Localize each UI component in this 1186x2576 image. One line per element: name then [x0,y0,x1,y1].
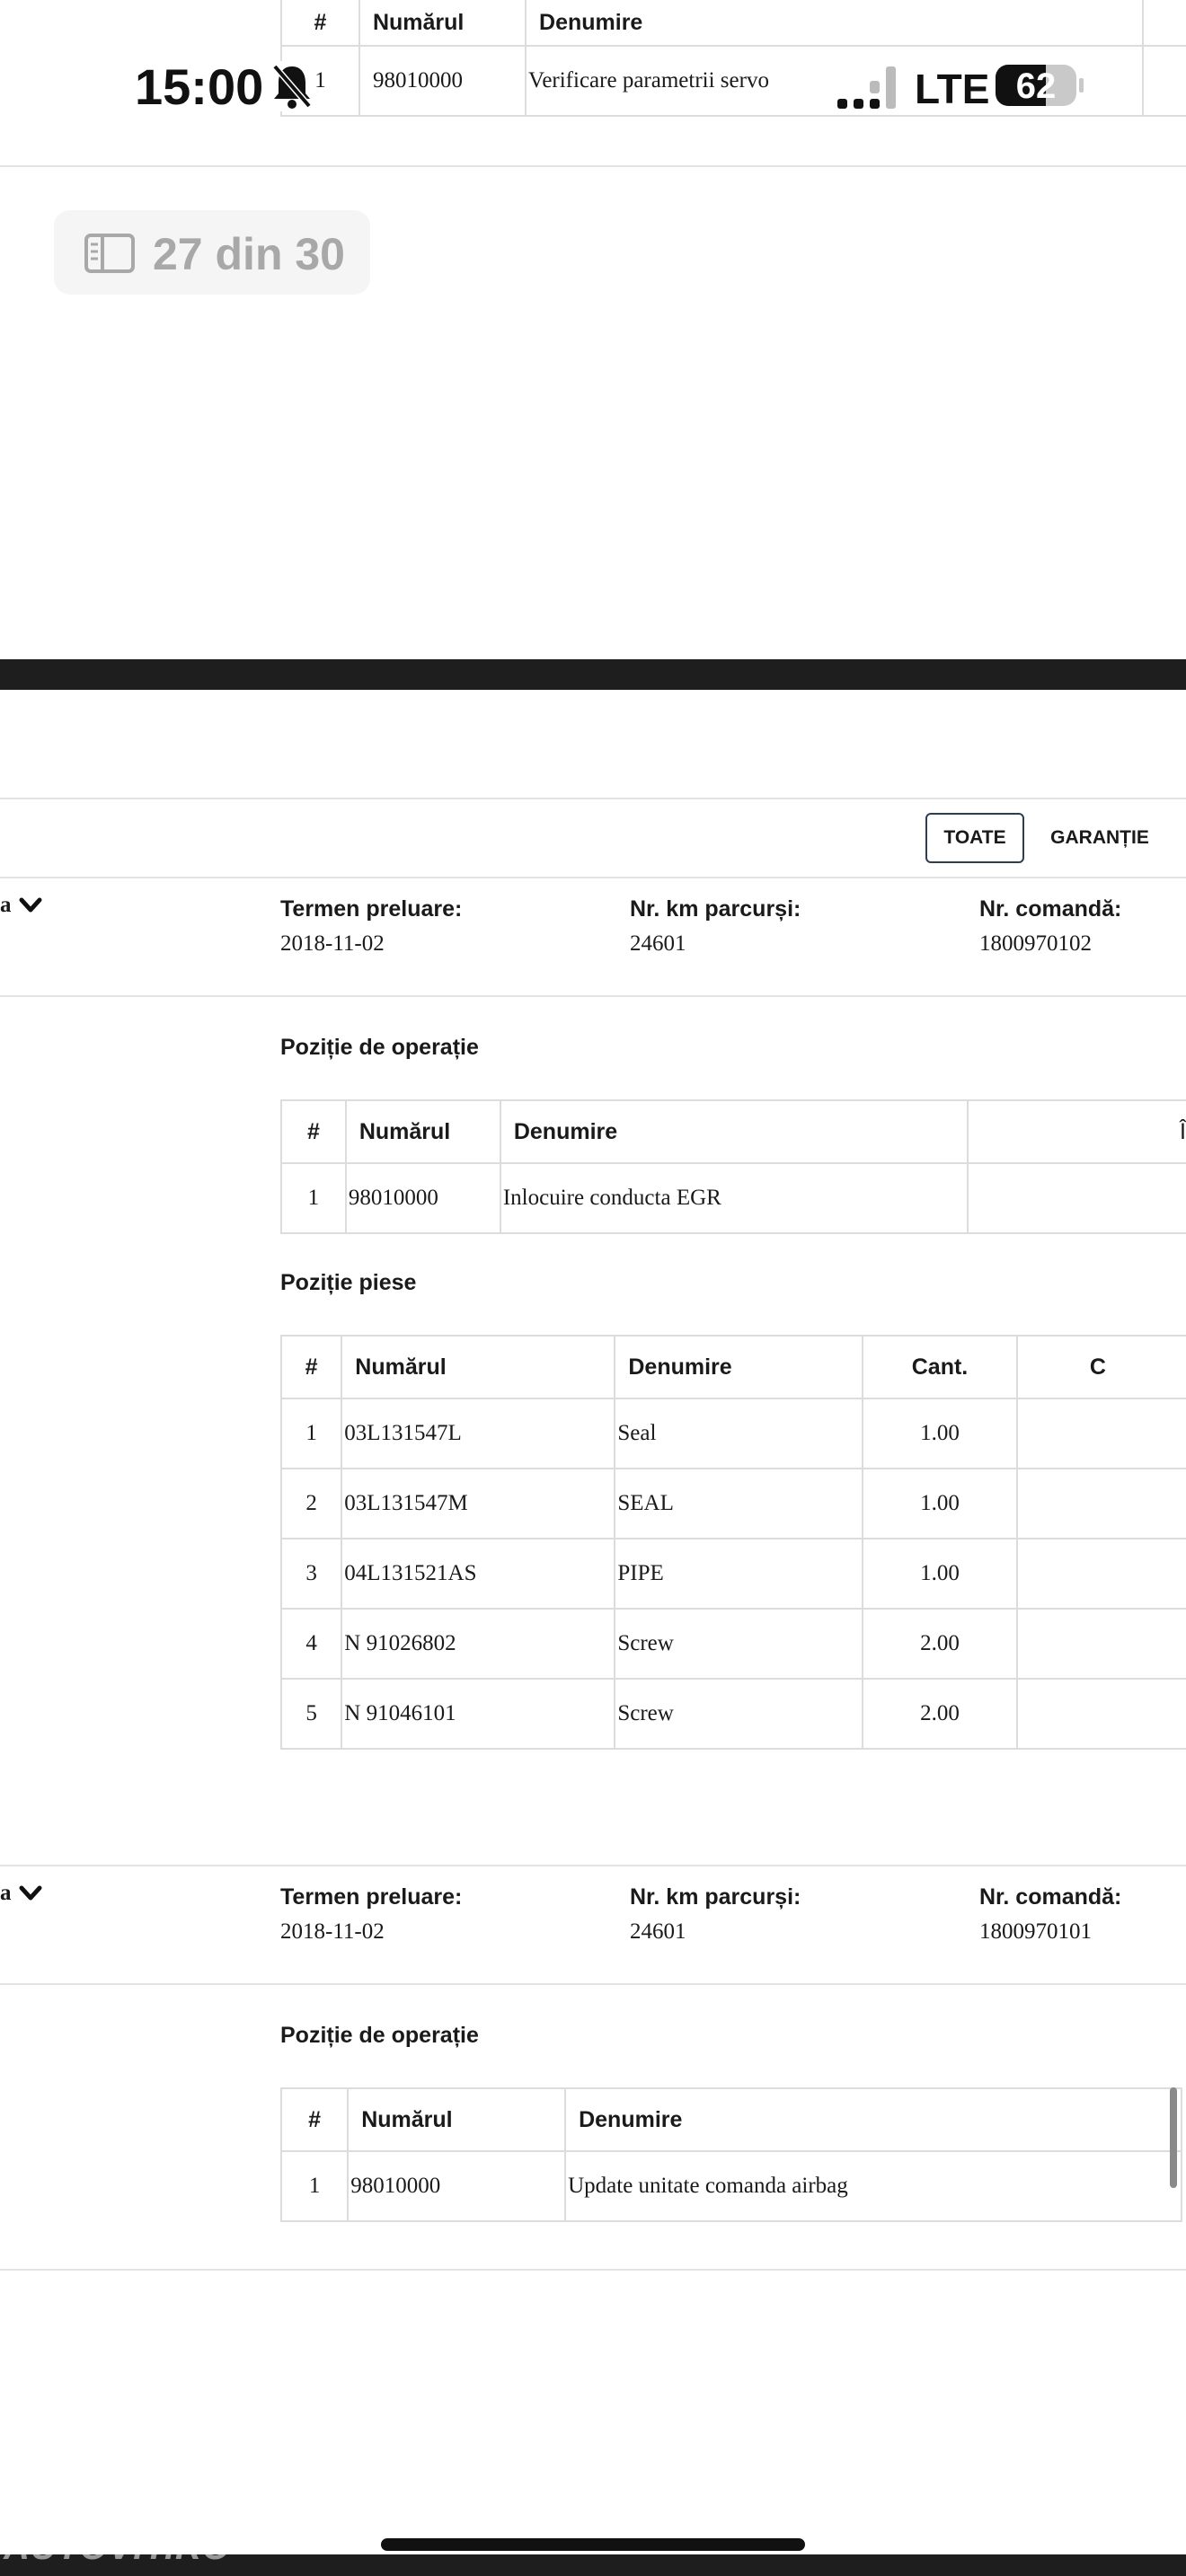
order2-comanda-label: Nr. comandă: [979,1884,1122,1910]
col-name: Denumire [499,1099,969,1164]
order1-comanda-value: 1800970102 [979,931,1092,956]
cell-index: 2 [279,1468,343,1539]
cell-number: N 91026802 [341,1608,616,1680]
cell-name: Update unitate comanda airbag [564,2150,1182,2222]
table-row: 1 98010000 Inlocuire conducta EGR [280,1162,1186,1234]
chevron-down-icon [19,896,42,919]
table-row: 1 98010000 Update unitate comanda airbag [279,2150,1182,2222]
order2-divider [0,1983,1186,1985]
col-quantity: Cant. [862,1335,1018,1399]
order2-termen-value: 2018-11-02 [280,1919,385,1944]
order1-termen-value: 2018-11-02 [280,931,385,956]
top-divider [0,165,1186,167]
col-number: Numărul [344,1099,501,1164]
table-row: 1 03L131547L Seal 1.00 [279,1398,1186,1469]
order2-left-fragment: a [0,1881,12,1905]
cell-quantity: 1.00 [862,1538,1018,1610]
order2-bottom-divider [0,2269,1186,2271]
order2-operations-table: # Numărul Denumire 1 98010000 Update uni… [279,2087,1182,2222]
cell-quantity: 2.00 [862,1608,1018,1680]
order1-operations-table: # Numărul Denumire Î 1 98010000 Inlocuir… [280,1099,1186,1234]
col-cut: Î [966,1099,1186,1164]
home-indicator[interactable] [381,2538,805,2551]
order2-top-divider [0,1865,1186,1866]
cell-index: 1 [280,1162,347,1234]
order1-ops-title: Poziție de operație [280,1035,479,1060]
cell-index: 3 [279,1538,343,1610]
order1-km-value: 24601 [630,931,686,956]
signal-icon [836,65,900,114]
order2-km-value: 24601 [630,1919,686,1944]
cell-quantity: 2.00 [862,1678,1018,1750]
col-number: Numărul [358,0,527,47]
order2-toggle[interactable]: a [0,1881,42,1907]
cell-name: PIPE [614,1538,864,1610]
chevron-down-icon [19,1884,42,1907]
page-indicator[interactable]: 27 din 30 [54,210,370,295]
cell-name: Seal [614,1398,864,1469]
status-bar: 15:00 LTE 62 [0,54,1186,119]
cell-index: 4 [279,1608,343,1680]
battery-level: 62 [1015,66,1057,106]
silent-bell-icon [270,61,314,111]
order1-left-fragment: a [0,893,12,917]
network-type: LTE [915,65,990,113]
table-row: 3 04L131521AS PIPE 1.00 [279,1538,1186,1610]
col-name: Denumire [525,0,1144,47]
battery-icon: 62 [996,65,1084,106]
status-time: 15:00 [135,57,264,116]
table-row: 4 N 91026802 Screw 2.00 [279,1608,1186,1680]
filter-warranty-button[interactable]: GARANȚIE [1044,813,1155,863]
cell-name: Screw [614,1678,864,1750]
order2-ops-title: Poziție de operație [280,2023,479,2048]
sidebar-icon [84,234,135,278]
order1-divider [0,995,1186,997]
cell-number: 03L131547L [341,1398,616,1469]
col-index: # [279,2087,350,2152]
cell-quantity: 1.00 [862,1398,1018,1469]
cell-index: 1 [279,2150,350,2222]
col-number: Numărul [347,2087,567,2152]
cell-number: N 91046101 [341,1678,616,1750]
screenshot-separator [0,659,1186,690]
cell-quantity: 1.00 [862,1468,1018,1539]
col-cut: C [1015,1335,1186,1399]
col-name: Denumire [614,1335,864,1399]
cell-name: Inlocuire conducta EGR [499,1162,969,1234]
watermark: AUTOVIT.RO [4,2527,231,2567]
cell-name: Screw [614,1608,864,1680]
col-index: # [280,0,360,47]
col-name: Denumire [564,2087,1182,2152]
order2-termen-label: Termen preluare: [280,1884,463,1910]
vertical-scrollbar[interactable] [1170,2087,1177,2188]
page-indicator-label: 27 din 30 [153,229,345,279]
order1-parts-table: # Numărul Denumire Cant. C 1 03L131547L … [279,1335,1186,1750]
filter-all-button[interactable]: TOATE [925,813,1024,863]
order1-parts-title: Poziție piese [280,1270,417,1295]
table-row: 5 N 91046101 Screw 2.00 [279,1678,1186,1750]
table-row: 2 03L131547M SEAL 1.00 [279,1468,1186,1539]
filter-bottom-divider [0,877,1186,878]
order2-comanda-value: 1800970101 [979,1919,1092,1944]
cell-index: 5 [279,1678,343,1750]
order2-km-label: Nr. km parcurși: [630,1884,801,1910]
order1-km-label: Nr. km parcurși: [630,896,801,922]
cell-index: 1 [279,1398,343,1469]
cell-number: 98010000 [344,1162,501,1234]
cell-number: 98010000 [347,2150,567,2222]
col-number: Numărul [341,1335,616,1399]
cell-number: 04L131521AS [341,1538,616,1610]
order1-toggle[interactable]: a [0,893,42,919]
cell-name: SEAL [614,1468,864,1539]
order1-termen-label: Termen preluare: [280,896,463,922]
order1-comanda-label: Nr. comandă: [979,896,1122,922]
col-index: # [279,1335,343,1399]
col-index: # [280,1099,347,1164]
cell-number: 03L131547M [341,1468,616,1539]
filter-top-divider [0,798,1186,799]
